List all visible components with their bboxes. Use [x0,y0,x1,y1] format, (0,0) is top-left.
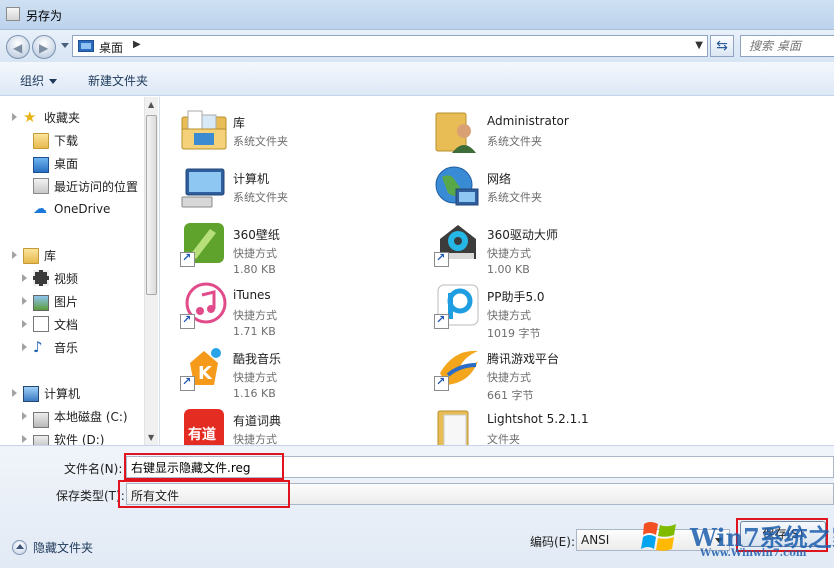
pictures-icon [33,295,49,311]
file-item-360-driver-master[interactable]: 360驱动大师 快捷方式 1.00 KB [414,213,664,276]
address-row: ◀ ▶ 桌面 ▶ ▼ ⇆ [0,30,834,62]
back-button[interactable]: ◀ [6,35,30,59]
refresh-button[interactable]: ⇆ [710,35,734,57]
drive-icon [33,435,49,445]
drive-icon [33,412,49,428]
hide-folders-toggle[interactable]: 隐藏文件夹 [12,539,93,555]
new-folder-button[interactable]: 新建文件夹 [88,72,148,89]
file-item-kuwo-music[interactable]: K 酷我音乐 快捷方式 1.16 KB [160,337,410,400]
sidebar-item-music[interactable]: ♪ 音乐 [22,337,78,357]
expand-icon[interactable] [22,274,27,282]
expand-icon[interactable] [12,113,17,121]
scrollbar-thumb[interactable] [146,115,157,295]
recent-pages-dropdown[interactable] [61,43,69,48]
file-item-administrator[interactable]: Administrator 系统文件夹 [414,101,664,159]
file-item-360-wallpaper[interactable]: 360壁纸 快捷方式 1.80 KB [160,213,410,276]
expand-icon[interactable] [22,412,27,420]
file-item-itunes[interactable]: iTunes 快捷方式 1.71 KB [160,275,410,338]
file-item-tencent-games[interactable]: 腾讯游戏平台 快捷方式 661 字节 [414,337,664,402]
title-bar: 另存为 [0,0,834,30]
sidebar-item-documents[interactable]: 文档 [22,314,78,334]
sidebar-item-videos[interactable]: 视频 [22,268,78,288]
search-box[interactable] [740,35,834,57]
youdao-dict-icon: 有道 [184,409,224,445]
encoding-label: 编码(E): [530,535,575,549]
svg-text:有道: 有道 [188,426,216,443]
shortcut-arrow-icon [434,313,449,329]
sidebar-item-recent[interactable]: 最近访问的位置 [33,176,138,196]
breadcrumb-desktop[interactable]: 桌面 [99,39,123,56]
search-input[interactable] [741,36,831,56]
sidebar-item-onedrive[interactable]: ☁ OneDrive [33,199,110,219]
video-icon [33,270,49,286]
cloud-icon: ☁ [33,201,47,217]
shortcut-arrow-icon [180,313,195,329]
sidebar-item-pictures[interactable]: 图片 [22,291,78,311]
toolbar: 组织 新建文件夹 [0,62,834,96]
file-item-network[interactable]: 网络 系统文件夹 [414,157,664,215]
breadcrumb-chevron-icon[interactable]: ▶ [133,39,141,50]
file-item-lightshot[interactable]: Lightshot 5.2.1.1 文件夹 [414,399,664,445]
folder-icon [437,410,469,445]
filename-label: 文件名(N): [64,462,123,476]
filename-input[interactable] [126,456,834,478]
navigation-pane: ★ 收藏夹 下载 桌面 最近访问的位置 ☁ OneDrive 库 视频 图片 文… [0,97,160,445]
sidebar-item-desktop[interactable]: 桌面 [33,153,78,173]
desktop-icon [33,157,49,173]
shortcut-arrow-icon [180,375,195,391]
expand-icon[interactable] [12,251,17,259]
shortcut-arrow-icon [434,251,449,267]
chevron-down-icon[interactable]: ▼ [695,40,703,51]
sidebar-item-libraries[interactable]: 库 [12,245,56,265]
sidebar-item-drive-d[interactable]: 软件 (D:) [22,429,104,445]
svg-text:K: K [198,363,213,384]
sidebar-scrollbar[interactable]: ▲ ▼ [144,97,158,445]
forward-button[interactable]: ▶ [32,35,56,59]
shortcut-arrow-icon [180,251,195,267]
file-item-computer[interactable]: 计算机 系统文件夹 [160,157,410,215]
save-form: 文件名(N): 保存类型(T): 所有文件 隐藏文件夹 编码(E): ANSI … [0,445,834,568]
notepad-icon [6,7,20,21]
user-folder-icon [435,112,476,153]
address-bar[interactable]: 桌面 ▶ ▼ [72,35,708,57]
library-icon [23,248,39,264]
file-item-youdao-dict[interactable]: 有道 有道词典 快捷方式 [160,399,410,445]
collapse-icon [12,539,27,555]
chevron-down-icon [49,79,58,84]
computer-icon [23,386,39,402]
expand-icon[interactable] [22,297,27,305]
windows-logo-icon [641,522,676,551]
library-folder-icon [181,110,227,150]
downloads-folder-icon [33,133,49,149]
recent-places-icon [33,178,49,194]
scroll-down-icon[interactable]: ▼ [148,433,154,442]
expand-icon[interactable] [22,435,27,443]
music-icon: ♪ [33,338,43,356]
organize-button[interactable]: 组织 [20,72,58,89]
sidebar-item-computer[interactable]: 计算机 [12,383,80,403]
expand-icon[interactable] [12,389,17,397]
expand-icon[interactable] [22,343,27,351]
filetype-label: 保存类型(T): [56,489,125,503]
expand-icon[interactable] [22,320,27,328]
file-item-library[interactable]: 库 系统文件夹 [160,101,410,159]
sidebar-item-drive-c[interactable]: 本地磁盘 (C:) [22,406,128,428]
back-arrow-icon: ◀ [13,41,23,55]
file-item-pp-assistant[interactable]: PP助手5.0 快捷方式 1019 字节 [414,275,664,340]
filetype-select[interactable]: 所有文件 [126,483,834,505]
shortcut-arrow-icon [434,375,449,391]
scroll-up-icon[interactable]: ▲ [148,100,154,109]
computer-icon [181,168,225,208]
sidebar-item-favorites[interactable]: ★ 收藏夹 [12,107,80,127]
file-list: 库 系统文件夹 Administrator 系统文件夹 计算机 系统文件夹 网络… [160,97,834,445]
window-title: 另存为 [26,9,63,23]
sidebar-item-downloads[interactable]: 下载 [33,130,78,150]
star-icon: ★ [23,108,37,126]
documents-icon [33,316,49,332]
forward-arrow-icon: ▶ [39,41,49,55]
desktop-icon [78,40,94,52]
network-globe-icon [435,166,479,206]
watermark-url: Www.Winwin7.com [700,548,807,559]
